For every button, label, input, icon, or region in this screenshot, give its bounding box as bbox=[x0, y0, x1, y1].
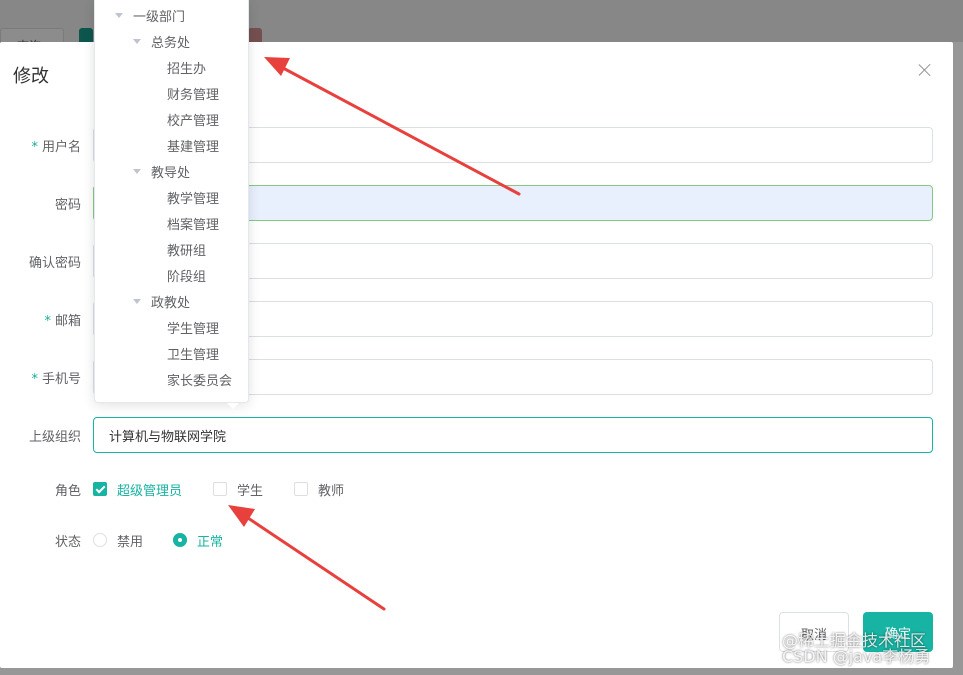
tree-node[interactable]: 家长委员会 bbox=[167, 366, 232, 392]
tree-node[interactable]: 教研组 bbox=[167, 236, 206, 262]
phone-label: * 手机号 bbox=[31, 372, 81, 387]
status-radio-group: 禁用 正常 bbox=[93, 522, 253, 558]
watermark-line: CSDN @java李杨勇 bbox=[782, 647, 931, 666]
radio-icon[interactable] bbox=[93, 533, 107, 547]
tree-node[interactable]: 招生办 bbox=[167, 54, 206, 80]
required-mark: * bbox=[31, 372, 38, 387]
tree-node[interactable]: 阶段组 bbox=[167, 262, 206, 288]
role-label: 超级管理员 bbox=[117, 483, 183, 499]
status-option-label: 正常 bbox=[197, 534, 224, 550]
confirm-password-label: 确认密码 bbox=[28, 256, 81, 271]
radio-selected-icon[interactable] bbox=[173, 533, 188, 547]
tree-node[interactable]: 一级部门 bbox=[115, 2, 185, 28]
caret-down-icon[interactable] bbox=[133, 298, 141, 304]
roles-row: 角色 超级管理员 学生 教师 bbox=[0, 471, 953, 507]
tree-node[interactable]: 档案管理 bbox=[167, 210, 219, 236]
email-label: * 邮箱 bbox=[44, 314, 81, 329]
role-checkbox-super-admin[interactable]: 超级管理员 bbox=[93, 480, 182, 499]
status-label: 状态 bbox=[54, 535, 81, 550]
org-tree-dropdown: 一级部门 总务处 招生办 财务管理 校产管理 基建管理 教导处 教学管理 档案管… bbox=[94, 0, 249, 409]
tree-node[interactable]: 卫生管理 bbox=[167, 340, 219, 366]
caret-down-icon[interactable] bbox=[133, 168, 141, 174]
tree-node[interactable]: 教学管理 bbox=[167, 184, 219, 210]
status-radio-disabled[interactable]: 禁用 bbox=[93, 531, 143, 550]
status-option-label: 禁用 bbox=[117, 534, 144, 550]
dropdown-arrow bbox=[227, 403, 239, 409]
tree-node[interactable]: 教导处 bbox=[133, 158, 190, 184]
checkbox-icon[interactable] bbox=[294, 482, 309, 496]
tree-node[interactable]: 总务处 bbox=[133, 28, 190, 54]
tree-node[interactable]: 学生管理 bbox=[167, 314, 219, 340]
checkbox-checked-icon[interactable] bbox=[93, 482, 107, 496]
checkbox-icon[interactable] bbox=[213, 482, 228, 496]
tree-node[interactable]: 政教处 bbox=[133, 288, 190, 314]
password-label: 密码 bbox=[54, 198, 81, 213]
dialog-title: 修改 bbox=[13, 66, 49, 87]
required-mark: * bbox=[44, 314, 51, 329]
parent-org-row: 上级组织 bbox=[0, 417, 953, 453]
role-checkbox-student[interactable]: 学生 bbox=[213, 480, 263, 499]
status-row: 状态 禁用 正常 bbox=[0, 522, 953, 558]
roles-checkbox-group: 超级管理员 学生 教师 bbox=[93, 471, 375, 507]
tree-node[interactable]: 校产管理 bbox=[167, 106, 219, 132]
role-checkbox-teacher[interactable]: 教师 bbox=[294, 480, 344, 499]
required-mark: * bbox=[31, 140, 38, 155]
role-label: 学生 bbox=[237, 483, 264, 499]
caret-down-icon[interactable] bbox=[133, 38, 141, 44]
caret-down-icon[interactable] bbox=[115, 12, 123, 18]
tree-node[interactable]: 财务管理 bbox=[167, 80, 219, 106]
roles-label: 角色 bbox=[54, 484, 81, 499]
parent-org-label: 上级组织 bbox=[28, 430, 81, 445]
close-icon[interactable] bbox=[918, 63, 932, 77]
role-label: 教师 bbox=[318, 483, 345, 499]
status-radio-normal[interactable]: 正常 bbox=[173, 531, 223, 550]
parent-org-select[interactable] bbox=[93, 417, 933, 453]
username-label: * 用户名 bbox=[31, 140, 81, 155]
tree-node[interactable]: 基建管理 bbox=[167, 132, 219, 158]
